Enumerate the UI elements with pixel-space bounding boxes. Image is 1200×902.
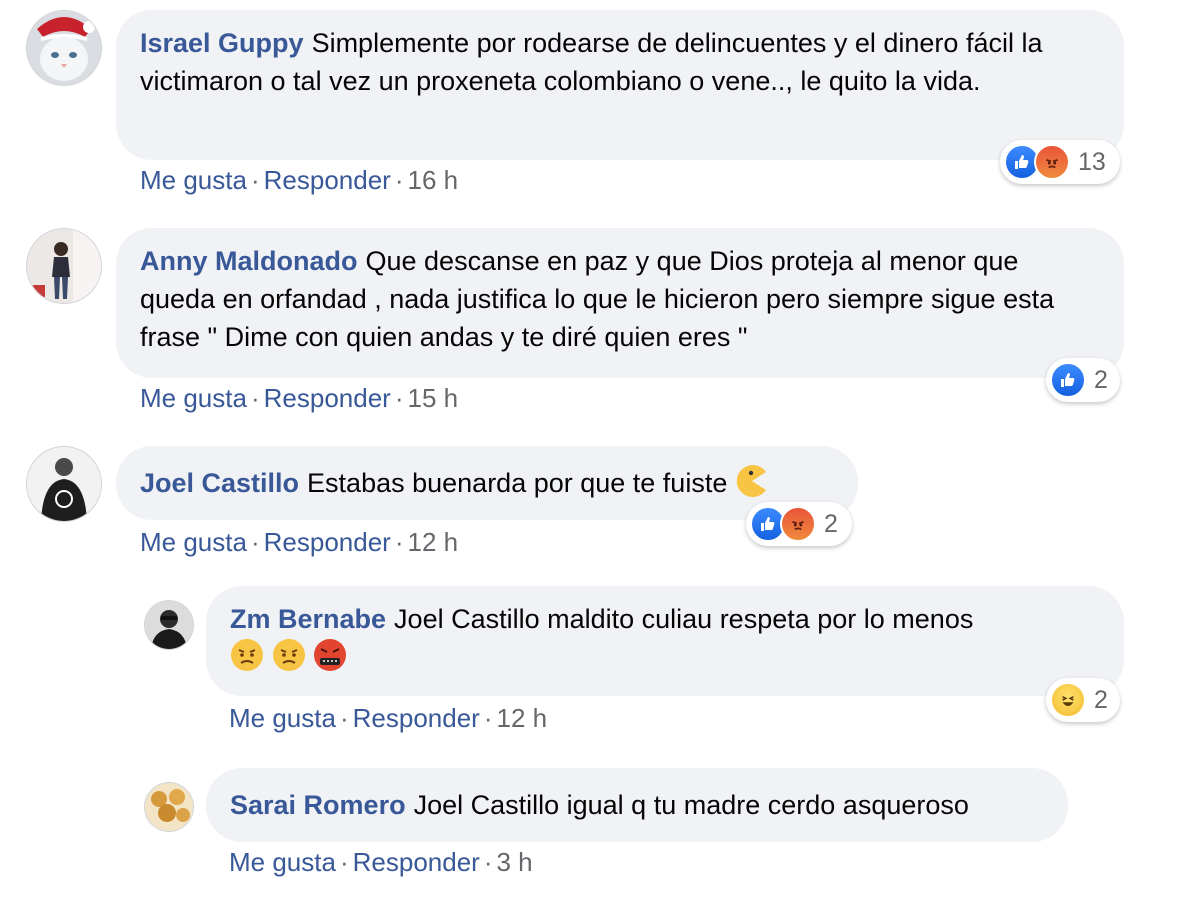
avatar[interactable] (26, 446, 102, 522)
like-icon (1050, 362, 1086, 398)
separator: · (339, 847, 349, 877)
reply-bubble: Zm Bernabe Joel Castillo maldito culiau r… (206, 586, 1124, 696)
reply-button[interactable]: Responder (353, 847, 480, 877)
angry-icon (780, 506, 816, 542)
angry-face-icon (272, 638, 306, 672)
reaction-summary[interactable]: 2 (1046, 358, 1120, 402)
comment-text: Estabas buenarda por que te fuiste (307, 468, 728, 498)
pacman-emoji-icon (735, 464, 769, 498)
like-button[interactable]: Me gusta (140, 383, 247, 413)
angry-icon (1034, 144, 1070, 180)
separator: · (394, 527, 404, 557)
reaction-count: 2 (1094, 685, 1108, 714)
timestamp[interactable]: 3 h (497, 847, 533, 877)
separator: · (483, 703, 493, 733)
avatar[interactable] (144, 600, 194, 650)
separator: · (250, 383, 260, 413)
reply-button[interactable]: Responder (264, 165, 391, 195)
reply-author[interactable]: Sarai Romero (230, 790, 406, 820)
reply-button[interactable]: Responder (264, 383, 391, 413)
like-button[interactable]: Me gusta (229, 703, 336, 733)
reply-author[interactable]: Zm Bernabe (230, 604, 386, 634)
separator: · (483, 847, 493, 877)
reply-bubble: Sarai Romero Joel Castillo igual q tu mad… (206, 768, 1068, 842)
reaction-count: 2 (1094, 365, 1108, 394)
like-button[interactable]: Me gusta (140, 165, 247, 195)
reply-actions: Me gusta · Responder · 3 h (229, 846, 533, 878)
timestamp[interactable]: 16 h (408, 165, 459, 195)
separator: · (394, 165, 404, 195)
timestamp[interactable]: 15 h (408, 383, 459, 413)
cat-avatar-icon (27, 11, 101, 85)
separator: · (394, 383, 404, 413)
person-avatar-icon (27, 447, 101, 521)
reaction-summary[interactable]: 13 (1000, 140, 1120, 184)
comment-actions: Me gusta · Responder · 15 h (140, 382, 458, 414)
person-avatar-icon (145, 601, 193, 649)
comment-actions: Me gusta · Responder · 12 h (140, 526, 458, 558)
comment-bubble: Israel Guppy Simplemente por rodearse de … (116, 10, 1124, 160)
comment-author[interactable]: Israel Guppy (140, 28, 304, 58)
avatar[interactable] (26, 228, 102, 304)
separator: · (339, 703, 349, 733)
angry-face-icon (230, 638, 264, 672)
reply-text: Joel Castillo maldito culiau respeta por… (394, 604, 974, 634)
like-button[interactable]: Me gusta (140, 527, 247, 557)
reaction-count: 13 (1078, 147, 1106, 176)
timestamp[interactable]: 12 h (497, 703, 548, 733)
person-avatar-icon (27, 229, 101, 303)
cursing-face-icon (313, 638, 347, 672)
avatar[interactable] (144, 782, 194, 832)
reaction-summary[interactable]: 2 (746, 502, 852, 546)
avatar[interactable] (26, 10, 102, 86)
like-button[interactable]: Me gusta (229, 847, 336, 877)
reply-button[interactable]: Responder (264, 527, 391, 557)
reply-button[interactable]: Responder (353, 703, 480, 733)
comment-bubble: Anny Maldonado Que descanse en paz y que … (116, 228, 1124, 378)
haha-icon (1050, 682, 1086, 718)
reaction-summary[interactable]: 2 (1046, 678, 1120, 722)
separator: · (250, 165, 260, 195)
comment-author[interactable]: Joel Castillo (140, 468, 299, 498)
reaction-count: 2 (824, 509, 838, 538)
comment-bubble: Joel Castillo Estabas buenarda por que te… (116, 446, 858, 520)
comment-actions: Me gusta · Responder · 16 h (140, 164, 458, 196)
timestamp[interactable]: 12 h (408, 527, 459, 557)
reply-actions: Me gusta · Responder · 12 h (229, 702, 547, 734)
reply-text: Joel Castillo igual q tu madre cerdo asq… (413, 790, 969, 820)
food-avatar-icon (145, 783, 193, 831)
separator: · (250, 527, 260, 557)
comment-author[interactable]: Anny Maldonado (140, 246, 358, 276)
